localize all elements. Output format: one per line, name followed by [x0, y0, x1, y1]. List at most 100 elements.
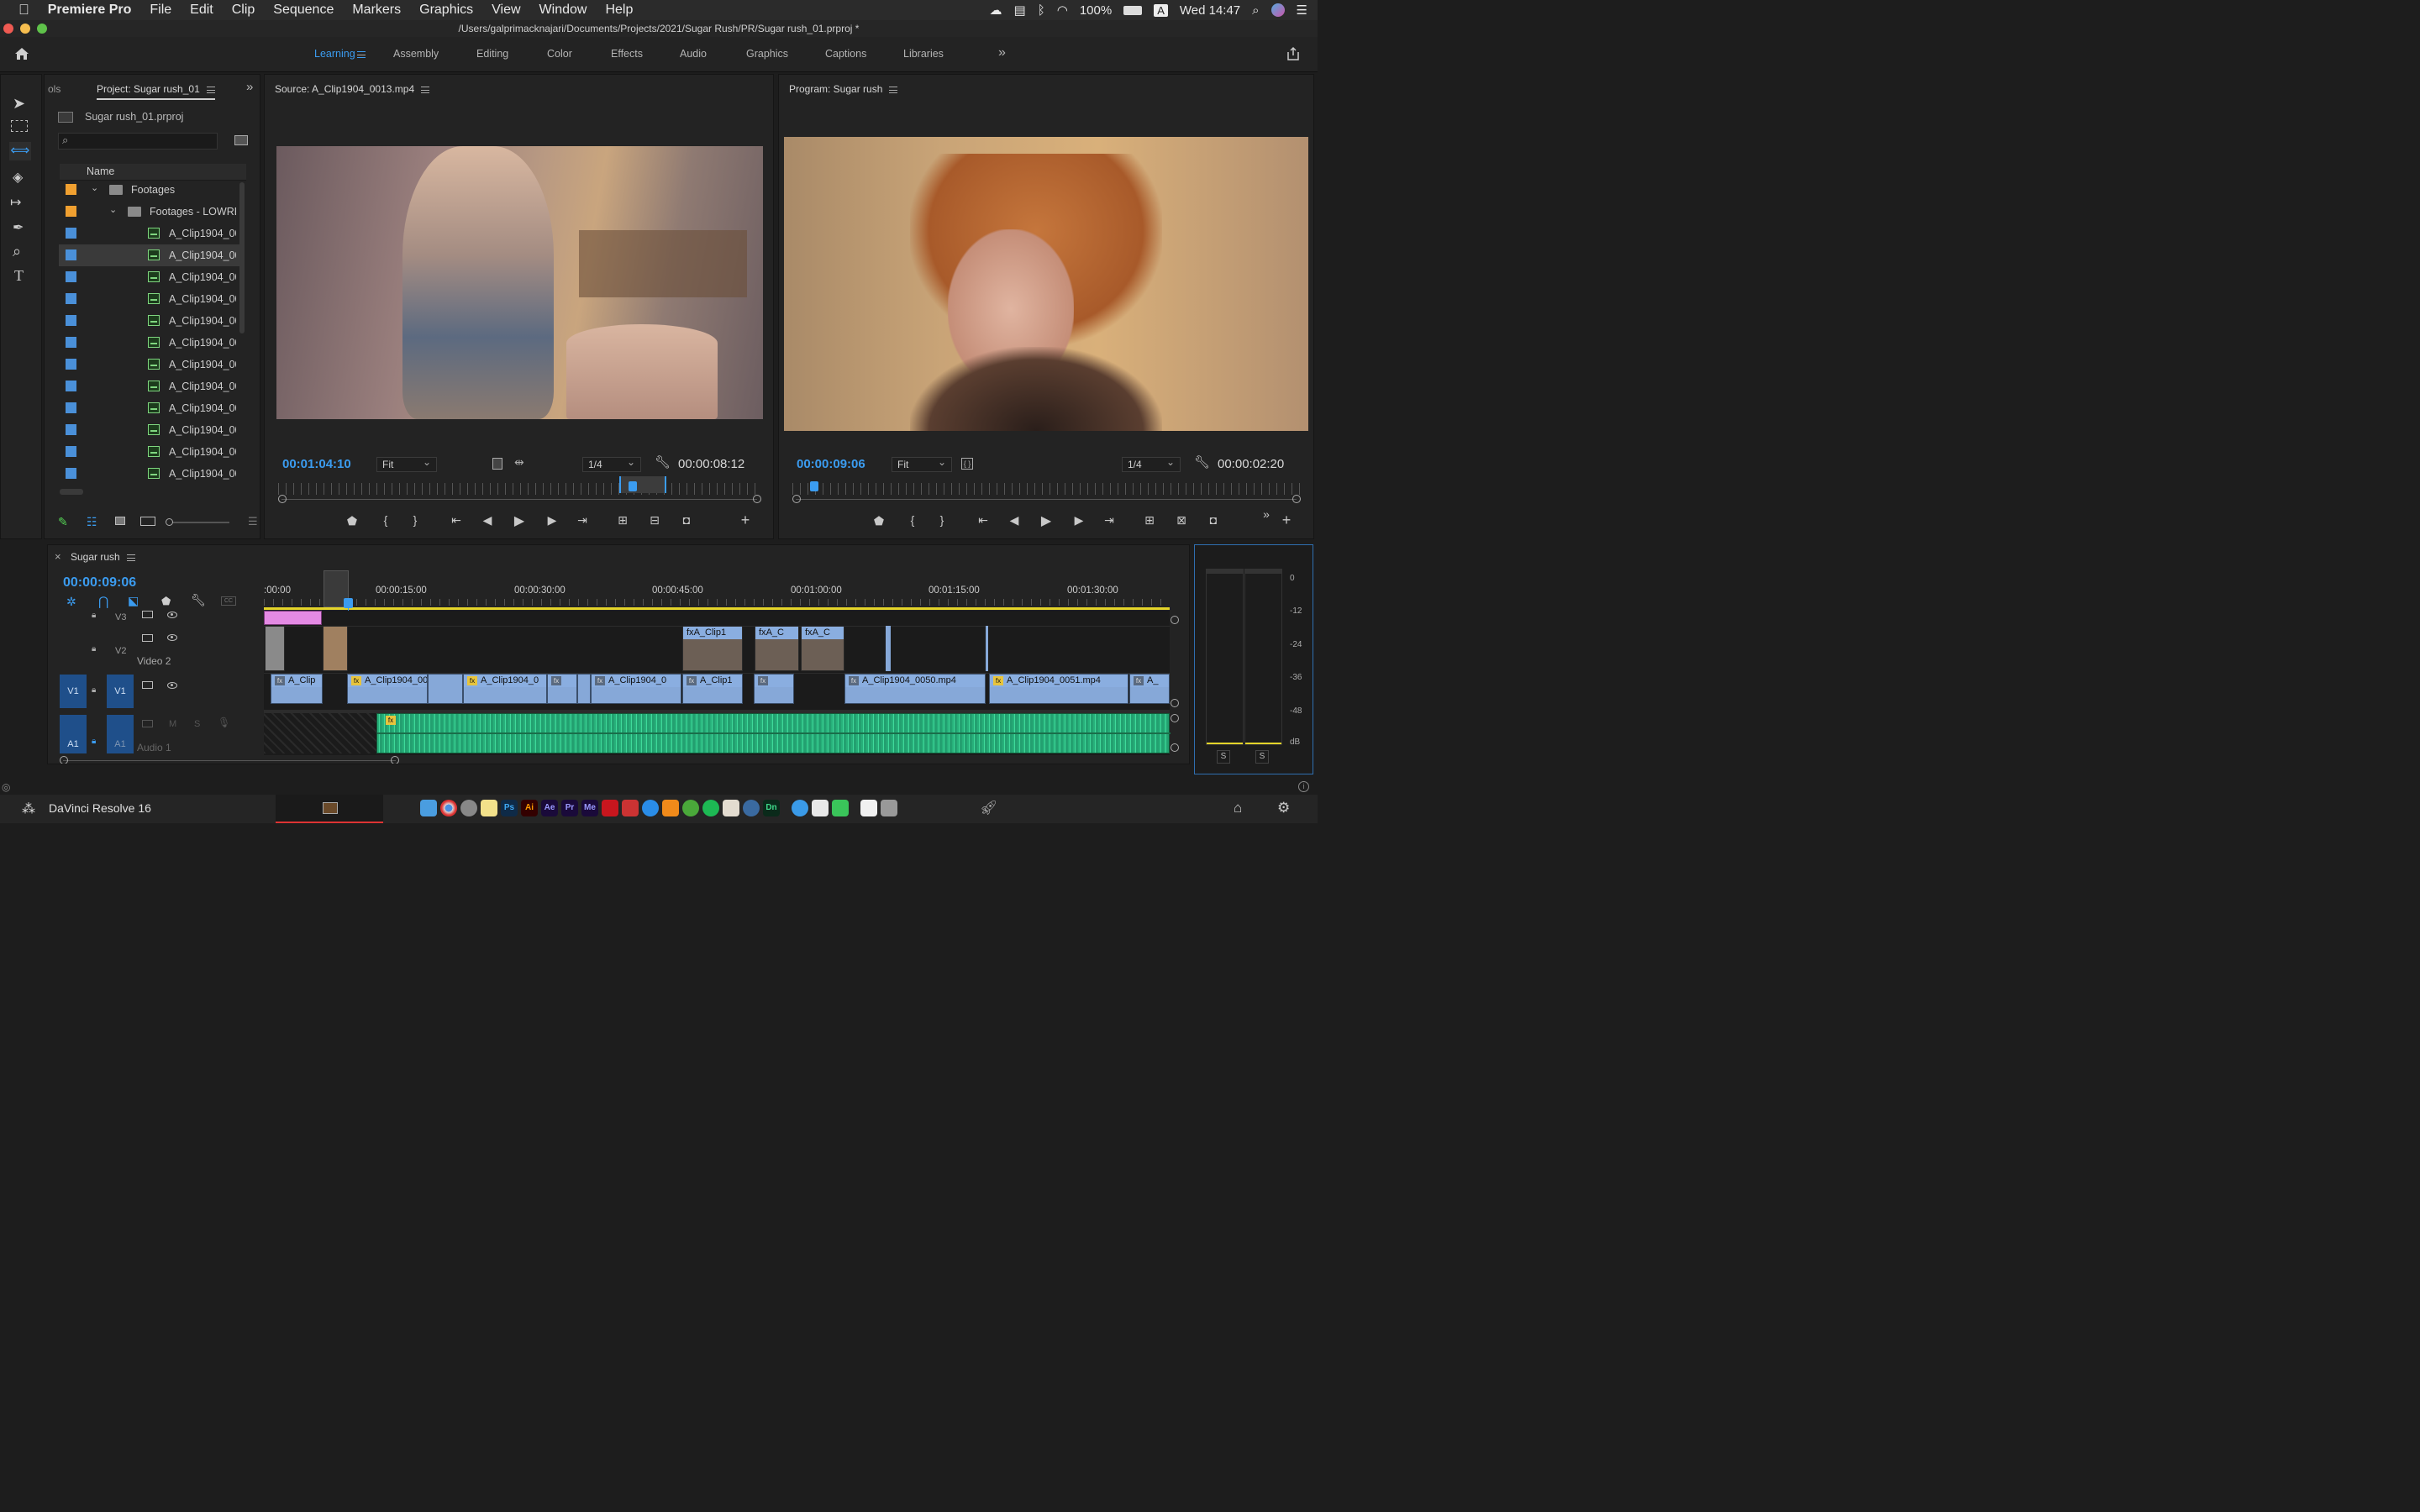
workspace-assembly[interactable]: Assembly: [393, 48, 439, 60]
preview-icon[interactable]: [812, 800, 829, 816]
v2-sync-icon[interactable]: [142, 634, 153, 642]
a1-sync-icon[interactable]: [142, 720, 153, 727]
menubar-clock[interactable]: Wed 14:47: [1180, 3, 1240, 18]
wrench-icon[interactable]: 🔧︎: [191, 593, 206, 607]
app-status-icon[interactable]: ◎: [2, 781, 10, 793]
siri-icon[interactable]: [1270, 3, 1285, 17]
go-to-out-icon[interactable]: ⇥: [574, 513, 591, 528]
home-icon[interactable]: [13, 45, 30, 62]
clip-color-label[interactable]: [66, 315, 76, 326]
program-monitor-tab[interactable]: Program: Sugar rush: [789, 83, 898, 95]
play-icon[interactable]: ▶︎: [1038, 512, 1055, 529]
resolve-icon[interactable]: [743, 800, 760, 816]
lift-icon[interactable]: ⊞: [1141, 513, 1158, 528]
a1-source-patch[interactable]: A1: [60, 715, 87, 753]
project-clip-item[interactable]: A_Clip1904_00: [59, 288, 239, 310]
chevron-down-icon[interactable]: ⌄: [109, 204, 117, 215]
menu-markers[interactable]: Markers: [352, 3, 401, 18]
photoshop-icon[interactable]: Ps: [501, 800, 518, 816]
vlc-icon[interactable]: [662, 800, 679, 816]
illustrator-icon[interactable]: Ai: [521, 800, 538, 816]
mark-out-icon[interactable]: }: [934, 513, 950, 527]
v2-clip-thin[interactable]: [886, 626, 891, 671]
menu-graphics[interactable]: Graphics: [419, 3, 473, 18]
workspace-libraries[interactable]: Libraries: [903, 48, 944, 60]
pen-tool-icon[interactable]: ✒: [13, 219, 24, 236]
snap-icon[interactable]: ⋂: [98, 594, 108, 609]
v1-target[interactable]: V1: [107, 675, 134, 708]
clip-color-label[interactable]: [66, 381, 76, 391]
timeline-hscroll-handle-left[interactable]: [60, 756, 68, 764]
bin-color-label[interactable]: [66, 184, 76, 195]
mark-out-icon[interactable]: }: [407, 513, 424, 527]
clip-color-label[interactable]: [66, 359, 76, 370]
media-encoder-icon[interactable]: Me: [581, 800, 598, 816]
share-icon[interactable]: [1286, 46, 1301, 61]
audio-vscroll-handle-bottom[interactable]: [1171, 743, 1179, 752]
v1-clip[interactable]: fx A_: [1129, 674, 1170, 704]
close-window-button[interactable]: [3, 24, 13, 34]
zoom-window-button[interactable]: [37, 24, 47, 34]
bin-color-label[interactable]: [66, 206, 76, 217]
acrobat-icon[interactable]: [602, 800, 618, 816]
clip-color-label[interactable]: [66, 293, 76, 304]
v2-eye-icon[interactable]: [167, 634, 177, 641]
v3-label[interactable]: V3: [115, 612, 126, 622]
program-resolution-dropdown[interactable]: 1/4: [1122, 456, 1181, 472]
source-fit-dropdown[interactable]: Fit: [376, 456, 437, 472]
project-panel-menu-icon[interactable]: [206, 86, 215, 93]
v1-source-patch[interactable]: V1: [60, 675, 87, 708]
clip-color-label[interactable]: [66, 424, 76, 435]
v3-clip-graphic[interactable]: [264, 611, 322, 625]
program-zoom-handle-left[interactable]: [792, 495, 801, 503]
storage-icon[interactable]: ▤: [1014, 3, 1026, 18]
more-controls-icon[interactable]: »: [1258, 507, 1275, 521]
project-clip-item[interactable]: A_Clip1904_00: [59, 310, 239, 332]
workspace-learning-menu-icon[interactable]: [357, 51, 366, 58]
menu-window[interactable]: Window: [539, 3, 587, 18]
go-to-in-icon[interactable]: ⇤: [975, 513, 992, 528]
source-menu-icon[interactable]: [421, 86, 430, 93]
workspace-more-button[interactable]: »: [998, 45, 1006, 60]
a1-mute-button[interactable]: M: [169, 719, 176, 729]
type-tool-icon[interactable]: T: [14, 267, 24, 285]
dimension-icon[interactable]: Dn: [763, 800, 780, 816]
v2-label[interactable]: V2: [115, 646, 126, 656]
video-vscroll-handle-bottom[interactable]: [1171, 699, 1179, 707]
timeline-timecode[interactable]: 00:00:09:06: [63, 575, 136, 591]
timeline-hscrollbar[interactable]: [63, 760, 396, 761]
v2-clip-thin[interactable]: [986, 626, 988, 671]
input-source-icon[interactable]: A: [1154, 3, 1168, 17]
notification-center-icon[interactable]: ☰: [1297, 3, 1307, 18]
project-hscrollbar[interactable]: [60, 489, 83, 495]
program-timecode[interactable]: 00:00:09:06: [797, 457, 865, 471]
pencil-icon[interactable]: ✎: [58, 515, 68, 529]
clip-color-label[interactable]: [66, 446, 76, 457]
project-clip-item[interactable]: A_Clip1904_00: [59, 266, 239, 288]
step-back-icon[interactable]: ◀︎: [479, 513, 496, 528]
chevron-down-icon[interactable]: ⌄: [91, 182, 98, 193]
spotify-icon[interactable]: [702, 800, 719, 816]
dock-app-label[interactable]: DaVinci Resolve 16: [49, 801, 151, 815]
bin-footages[interactable]: ⌄ Footages: [59, 179, 239, 201]
program-playhead[interactable]: [810, 481, 818, 491]
project-clip-item[interactable]: A_Clip1904_00: [59, 441, 239, 463]
menu-file[interactable]: File: [150, 3, 171, 18]
notes-icon[interactable]: [481, 800, 497, 816]
source-resolution-dropdown[interactable]: 1/4: [582, 456, 641, 472]
menu-edit[interactable]: Edit: [190, 3, 213, 18]
v1-clip[interactable]: fx: [547, 674, 577, 704]
v2-clip-a-c[interactable]: fxA_C: [755, 626, 799, 671]
insert-icon[interactable]: ⊞: [614, 513, 631, 528]
program-menu-icon[interactable]: [889, 86, 898, 93]
menu-help[interactable]: Help: [605, 3, 633, 18]
project-clip-item[interactable]: A_Clip1904_00: [59, 397, 239, 419]
v1-lock-icon[interactable]: 🔒︎: [92, 685, 96, 695]
step-forward-icon[interactable]: ▶︎: [544, 513, 560, 528]
scissors-icon[interactable]: [622, 800, 639, 816]
workspace-editing[interactable]: Editing: [476, 48, 508, 60]
v1-clip[interactable]: fx A_Clip1904_0050.mp4: [844, 674, 986, 704]
utorrent-icon[interactable]: [682, 800, 699, 816]
button-editor-plus-icon[interactable]: +: [1278, 512, 1295, 529]
v1-clip[interactable]: [577, 674, 591, 704]
